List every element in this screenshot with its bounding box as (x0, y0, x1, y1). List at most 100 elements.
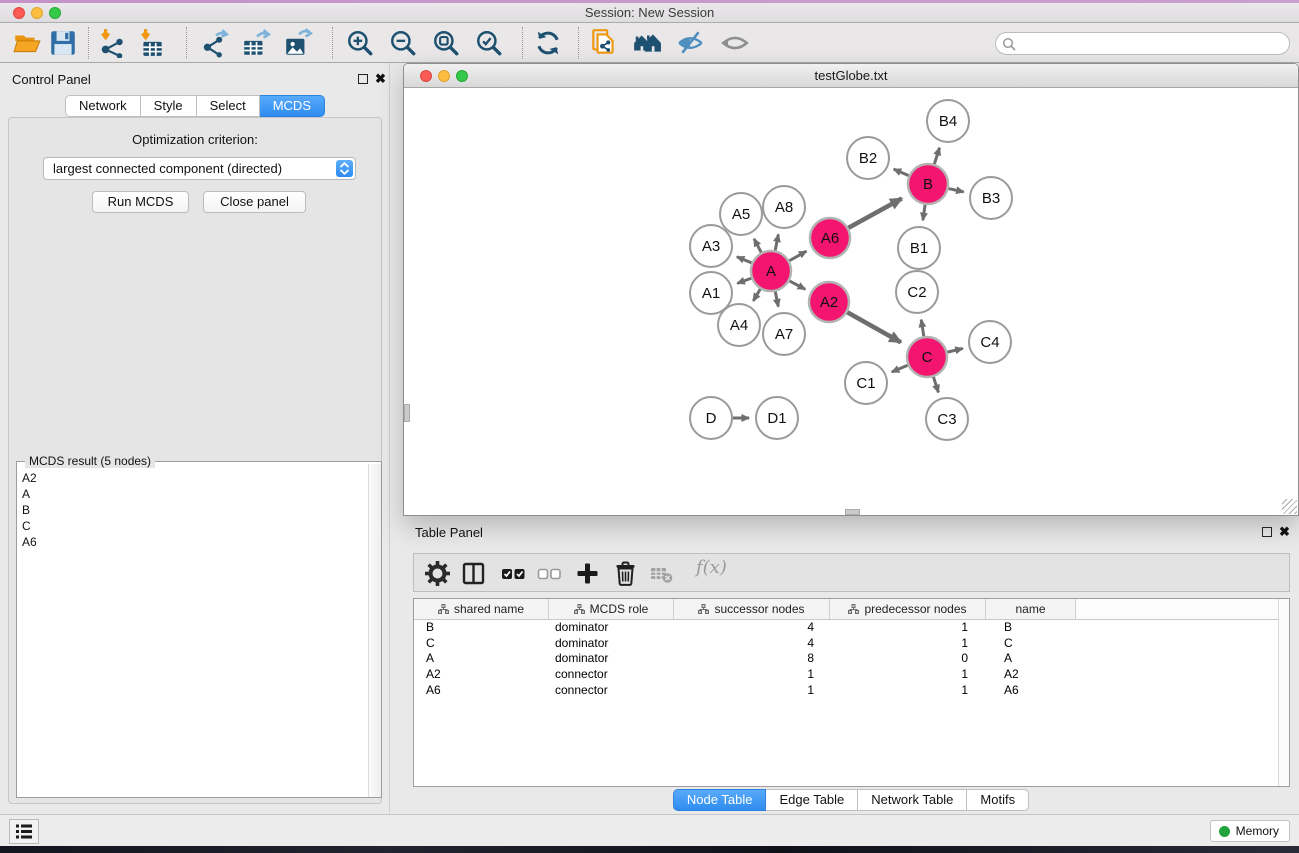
mcds-result-item[interactable]: A2 (22, 470, 368, 486)
table-scrollbar[interactable] (1278, 599, 1289, 786)
edge-C-C1[interactable] (892, 365, 908, 372)
network-vertical-scrollbar[interactable] (404, 404, 410, 422)
function-builder-icon[interactable]: f(x) (696, 557, 727, 578)
table-cell[interactable]: 4 (674, 620, 830, 636)
table-cell[interactable]: 1 (674, 683, 830, 699)
deselect-all-columns-icon[interactable] (536, 560, 563, 587)
open-session-icon[interactable] (12, 28, 42, 58)
export-table-icon[interactable] (241, 28, 271, 58)
mcds-result-list[interactable]: A2ABCA6 (17, 464, 368, 797)
memory-button[interactable]: Memory (1210, 820, 1290, 842)
close-panel-icon[interactable]: ✖ (375, 73, 386, 85)
tab-motifs[interactable]: Motifs (967, 789, 1029, 811)
graphics-details-icon[interactable] (676, 28, 706, 58)
mcds-result-item[interactable]: A (22, 486, 368, 502)
result-scrollbar[interactable] (368, 464, 381, 797)
edge-A-A7[interactable] (775, 292, 778, 307)
zoom-fit-icon[interactable] (431, 28, 461, 58)
table-cell[interactable] (1076, 651, 1280, 667)
table-close-panel-icon[interactable]: ✖ (1279, 526, 1290, 538)
table-cell[interactable] (1076, 667, 1280, 683)
column-header-successor-nodes[interactable]: successor nodes (674, 599, 830, 619)
edge-B-B3[interactable] (948, 189, 963, 192)
edge-A-A1[interactable] (737, 278, 751, 283)
network-window-titlebar[interactable]: testGlobe.txt (404, 64, 1298, 88)
table-cell[interactable]: 1 (674, 667, 830, 683)
table-cell[interactable]: 4 (674, 636, 830, 652)
network-close-icon[interactable] (420, 70, 432, 82)
select-all-columns-icon[interactable] (500, 560, 527, 587)
maximize-window-icon[interactable] (49, 7, 61, 19)
edge-A-A4[interactable] (753, 289, 760, 301)
minimize-window-icon[interactable] (31, 7, 43, 19)
edge-A-A8[interactable] (775, 234, 778, 250)
table-row[interactable]: Adominator80A (414, 651, 1289, 667)
network-horizontal-scrollbar[interactable] (845, 509, 860, 515)
edge-B-B4[interactable] (934, 148, 939, 164)
tab-style[interactable]: Style (141, 95, 197, 117)
edge-A6-B[interactable] (848, 198, 901, 227)
save-session-icon[interactable] (48, 28, 78, 58)
mcds-result-item[interactable]: C (22, 518, 368, 534)
search-field[interactable] (995, 32, 1290, 55)
network-minimize-icon[interactable] (438, 70, 450, 82)
zoom-in-icon[interactable] (345, 28, 375, 58)
table-cell[interactable]: dominator (549, 636, 674, 652)
table-cell[interactable]: B (414, 620, 549, 636)
table-cell[interactable]: 8 (674, 651, 830, 667)
tab-node-table[interactable]: Node Table (673, 789, 767, 811)
edge-A-A2[interactable] (790, 281, 806, 289)
app-titlebar[interactable]: Session: New Session (0, 3, 1299, 23)
task-history-button[interactable] (9, 819, 39, 844)
edge-A-A3[interactable] (737, 257, 752, 263)
table-cell[interactable]: 1 (830, 667, 986, 683)
table-cell[interactable]: A6 (414, 683, 549, 699)
edge-C-C4[interactable] (947, 348, 962, 352)
table-cell[interactable]: A (414, 651, 549, 667)
table-cell[interactable]: B (986, 620, 1076, 636)
run-mcds-button[interactable]: Run MCDS (92, 191, 189, 213)
zoom-selected-icon[interactable] (474, 28, 504, 58)
tab-mcds[interactable]: MCDS (260, 95, 325, 117)
table-cell[interactable]: A6 (986, 683, 1076, 699)
tab-edge-table[interactable]: Edge Table (766, 789, 858, 811)
edge-B-B2[interactable] (894, 169, 909, 176)
table-row[interactable]: A2connector11A2 (414, 667, 1289, 683)
add-column-icon[interactable] (574, 560, 601, 587)
table-float-panel-icon[interactable] (1262, 527, 1272, 537)
table-cell[interactable]: connector (549, 667, 674, 683)
table-cell[interactable] (1076, 636, 1280, 652)
import-table-icon[interactable] (137, 28, 167, 58)
mcds-result-item[interactable]: B (22, 502, 368, 518)
table-cell[interactable]: 1 (830, 620, 986, 636)
table-cell[interactable]: C (414, 636, 549, 652)
delete-table-icon[interactable] (648, 560, 675, 587)
column-header-shared-name[interactable]: shared name (414, 599, 549, 619)
table-cell[interactable]: C (986, 636, 1076, 652)
close-window-icon[interactable] (13, 7, 25, 19)
table-row[interactable]: Cdominator41C (414, 636, 1289, 652)
criterion-select[interactable]: largest connected component (directed) (43, 157, 356, 180)
zoom-out-icon[interactable] (388, 28, 418, 58)
column-header-MCDS-role[interactable]: MCDS role (549, 599, 674, 619)
export-image-icon[interactable] (283, 28, 313, 58)
table-cell[interactable] (1076, 620, 1280, 636)
edge-A-A6[interactable] (789, 251, 806, 261)
table-cell[interactable]: 1 (830, 636, 986, 652)
table-cell[interactable]: 1 (830, 683, 986, 699)
network-maximize-icon[interactable] (456, 70, 468, 82)
settings-gear-icon[interactable] (424, 560, 451, 587)
column-header-name[interactable]: name (986, 599, 1076, 619)
edge-A-A5[interactable] (754, 239, 761, 253)
duplicate-network-icon[interactable] (589, 28, 619, 58)
table-row[interactable]: A6connector11A6 (414, 683, 1289, 699)
import-network-icon[interactable] (97, 28, 127, 58)
mcds-result-item[interactable]: A6 (22, 534, 368, 550)
edge-A2-C[interactable] (847, 312, 901, 342)
network-canvas[interactable]: AA1A2A3A4A5A6A7A8BB1B2B3B4CC1C2C3C4DD1 (404, 89, 1298, 515)
table-cell[interactable]: 0 (830, 651, 986, 667)
window-resize-grip[interactable] (1282, 499, 1297, 514)
table-cell[interactable]: A2 (986, 667, 1076, 683)
table-row[interactable]: Bdominator41B (414, 620, 1289, 636)
export-network-icon[interactable] (201, 28, 231, 58)
